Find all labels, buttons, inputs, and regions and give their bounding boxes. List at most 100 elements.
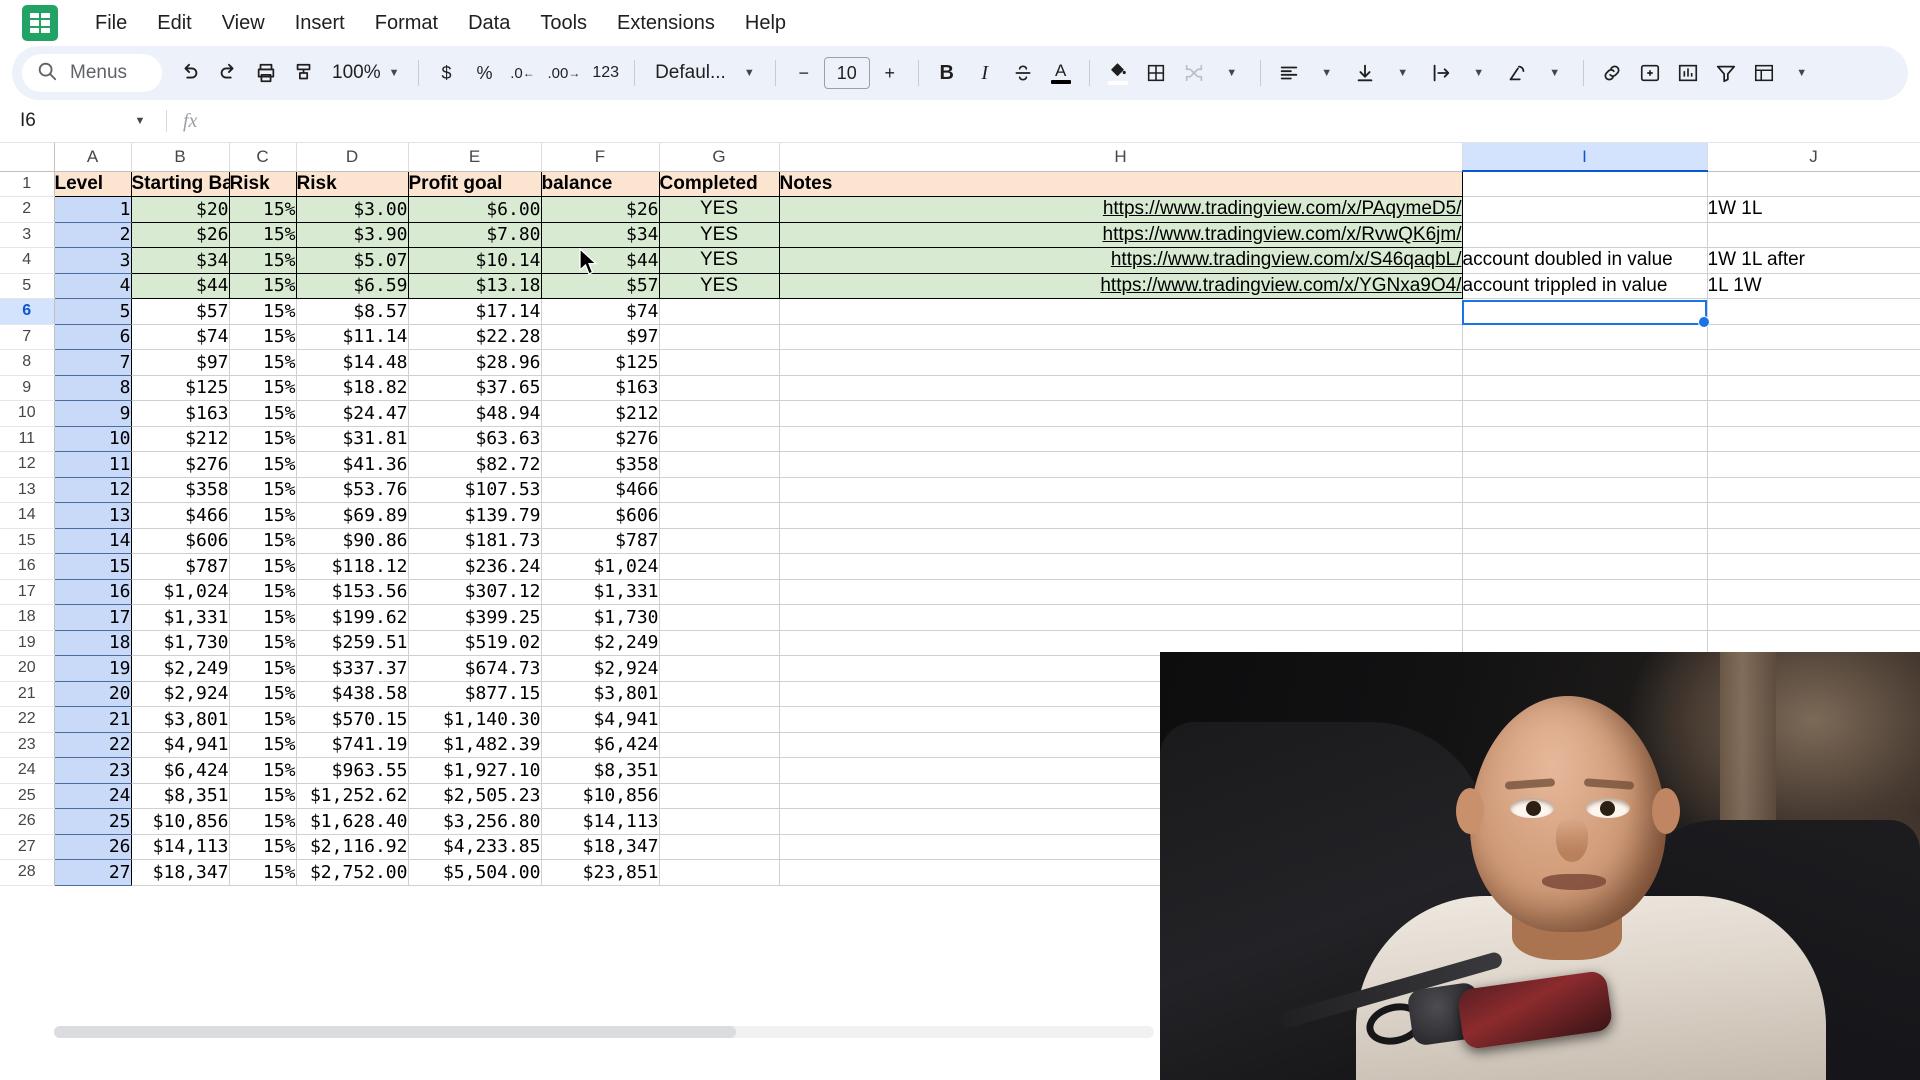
row-header-27[interactable]: 27 [0, 834, 55, 860]
cell-D17[interactable]: $153.56 [296, 579, 409, 605]
cell-C27[interactable]: 15% [229, 834, 297, 860]
text-rotation-dropdown[interactable]: ▼ [1537, 55, 1573, 91]
text-rotation-icon[interactable] [1499, 55, 1535, 91]
cell-C9[interactable]: 15% [229, 375, 297, 401]
table-row[interactable]: 10 9 $163 15% $24.47 $48.94 $212 [0, 400, 1920, 427]
cell-C7[interactable]: 15% [229, 324, 297, 350]
fill-color-icon[interactable] [1100, 55, 1136, 91]
horizontal-align-icon[interactable] [1271, 55, 1307, 91]
cell-J11[interactable] [1707, 426, 1920, 452]
cell-D10[interactable]: $24.47 [296, 400, 409, 427]
cell-J13[interactable] [1707, 477, 1920, 503]
row-header-9[interactable]: 9 [0, 375, 55, 401]
italic-button[interactable]: I [967, 55, 1003, 91]
row-header-22[interactable]: 22 [0, 706, 55, 733]
cell-B20[interactable]: $2,249 [131, 655, 230, 682]
cell-G14[interactable] [659, 502, 780, 529]
row-header-2[interactable]: 2 [0, 196, 55, 223]
cell-G7[interactable] [659, 324, 780, 350]
cell-F11[interactable]: $276 [541, 426, 660, 452]
cell-A18[interactable]: 17 [53, 604, 132, 631]
cell-D18[interactable]: $199.62 [296, 604, 409, 631]
cell-C3[interactable]: 15% [229, 222, 297, 248]
cell-G8[interactable] [659, 349, 780, 376]
table-row[interactable]: 4 3 $34 15% $5.07 $10.14 $44 YES https://www.tra… [0, 247, 1920, 274]
cell-A23[interactable]: 22 [53, 732, 132, 758]
cell-B22[interactable]: $3,801 [131, 706, 230, 733]
cell-G5[interactable]: YES [659, 273, 780, 299]
borders-icon[interactable] [1138, 55, 1174, 91]
cell-F17[interactable]: $1,331 [541, 579, 660, 605]
cell-J10[interactable] [1707, 400, 1920, 427]
decrease-decimal-icon[interactable]: .0 ← [505, 55, 541, 91]
cell-C4[interactable]: 15% [229, 247, 297, 274]
cell-B19[interactable]: $1,730 [131, 630, 230, 656]
table-row[interactable]: 6 5 $57 15% $8.57 $17.14 $74 [0, 298, 1920, 325]
row-header-17[interactable]: 17 [0, 579, 55, 605]
cell-D5[interactable]: $6.59 [296, 273, 409, 299]
table-row[interactable]: 1 Level Starting Bal Risk Risk Profit go… [0, 170, 1920, 197]
cell-E25[interactable]: $2,505.23 [408, 783, 542, 809]
cell-G16[interactable] [659, 553, 780, 580]
cell-H12[interactable] [779, 451, 1463, 478]
cell-A17[interactable]: 16 [53, 579, 132, 605]
row-header-19[interactable]: 19 [0, 630, 55, 656]
cell-E27[interactable]: $4,233.85 [408, 834, 542, 860]
table-row[interactable]: 14 13 $466 15% $69.89 $139.79 $606 [0, 502, 1920, 529]
cell-C26[interactable]: 15% [229, 808, 297, 835]
row-header-21[interactable]: 21 [0, 681, 55, 707]
cell-G6[interactable] [659, 298, 780, 325]
cell-J9[interactable] [1707, 375, 1920, 401]
cell-I10[interactable] [1462, 400, 1708, 427]
col-header-A[interactable]: A [54, 143, 132, 172]
cell-F7[interactable]: $97 [541, 324, 660, 350]
row-header-13[interactable]: 13 [0, 477, 55, 503]
cell-H16[interactable] [779, 553, 1463, 580]
table-row[interactable]: 17 16 $1,024 15% $153.56 $307.12 $1,331 [0, 579, 1920, 605]
cell-D28[interactable]: $2,752.00 [296, 859, 409, 886]
redo-icon[interactable] [210, 55, 246, 91]
cell-B8[interactable]: $97 [131, 349, 230, 376]
row-header-3[interactable]: 3 [0, 222, 55, 248]
cell-A28[interactable]: 27 [53, 859, 132, 886]
cell-H1[interactable]: Notes [779, 170, 1463, 197]
cell-H14[interactable] [779, 502, 1463, 529]
cell-G27[interactable] [659, 834, 780, 860]
cell-D7[interactable]: $11.14 [296, 324, 409, 350]
cell-B21[interactable]: $2,924 [131, 681, 230, 707]
cell-E21[interactable]: $877.15 [408, 681, 542, 707]
cell-F4[interactable]: $44 [541, 247, 660, 274]
row-header-26[interactable]: 26 [0, 808, 55, 835]
merge-cells-icon[interactable] [1176, 55, 1212, 91]
cell-D25[interactable]: $1,252.62 [296, 783, 409, 809]
cell-G21[interactable] [659, 681, 780, 707]
cell-E7[interactable]: $22.28 [408, 324, 542, 350]
cell-C8[interactable]: 15% [229, 349, 297, 376]
table-row[interactable]: 2 1 $20 15% $3.00 $6.00 $26 YES https://www.trad… [0, 196, 1920, 223]
col-header-G[interactable]: G [659, 143, 780, 172]
cell-E17[interactable]: $307.12 [408, 579, 542, 605]
cell-A7[interactable]: 6 [53, 324, 132, 350]
cell-E4[interactable]: $10.14 [408, 247, 542, 274]
cell-C19[interactable]: 15% [229, 630, 297, 656]
cell-D4[interactable]: $5.07 [296, 247, 409, 274]
cell-F25[interactable]: $10,856 [541, 783, 660, 809]
more-options-icon[interactable]: ▼ [1784, 55, 1820, 91]
cell-D1[interactable]: Risk [296, 170, 409, 197]
cell-H10[interactable] [779, 400, 1463, 427]
cell-A6[interactable]: 5 [53, 298, 132, 325]
cell-F19[interactable]: $2,249 [541, 630, 660, 656]
cell-J8[interactable] [1707, 349, 1920, 376]
cell-J12[interactable] [1707, 451, 1920, 478]
cell-C15[interactable]: 15% [229, 528, 297, 554]
cell-A19[interactable]: 18 [53, 630, 132, 656]
table-row[interactable]: 12 11 $276 15% $41.36 $82.72 $358 [0, 451, 1920, 478]
cell-C6[interactable]: 15% [229, 298, 297, 325]
cell-F27[interactable]: $18,347 [541, 834, 660, 860]
cell-B13[interactable]: $358 [131, 477, 230, 503]
cell-E10[interactable]: $48.94 [408, 400, 542, 427]
cell-E23[interactable]: $1,482.39 [408, 732, 542, 758]
cell-G12[interactable] [659, 451, 780, 478]
col-header-I[interactable]: I [1462, 143, 1708, 172]
row-header-18[interactable]: 18 [0, 604, 55, 631]
